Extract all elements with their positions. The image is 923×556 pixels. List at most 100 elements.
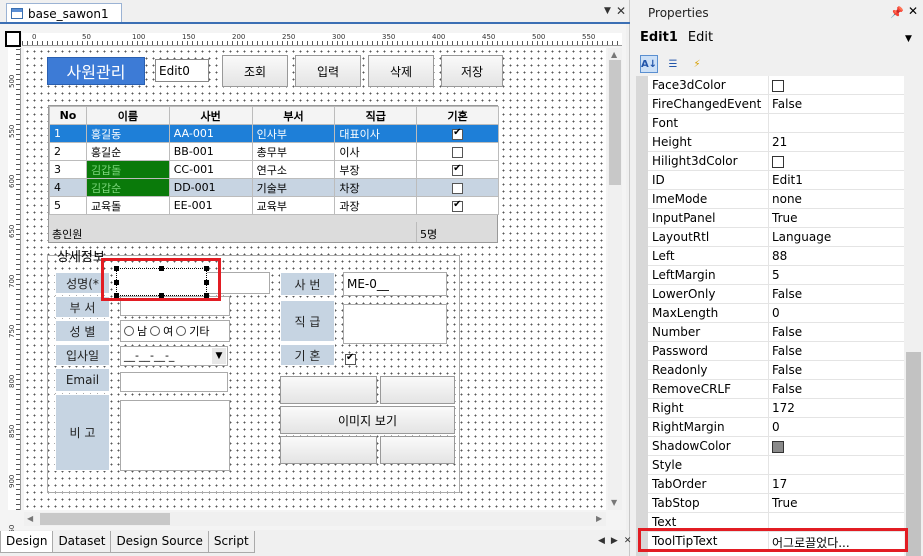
property-value[interactable]: Language: [772, 230, 831, 244]
col-header-married[interactable]: 기혼: [416, 106, 499, 125]
property-value[interactable]: Edit1: [772, 173, 803, 187]
property-row-loweronly[interactable]: LowerOnly False: [648, 285, 904, 304]
property-row-removecrlf[interactable]: RemoveCRLF False: [648, 380, 904, 399]
radio-male[interactable]: [124, 326, 134, 336]
delete-button[interactable]: 삭제: [368, 55, 434, 87]
scroll-up-icon[interactable]: ▲: [611, 50, 617, 59]
table-row[interactable]: 1 홍길동 AA-001 인사부 대표이사: [49, 124, 499, 143]
property-row-hilight3dcolor[interactable]: Hilight3dColor: [648, 152, 904, 171]
property-row-rightmargin[interactable]: RightMargin 0: [648, 418, 904, 437]
property-row-right[interactable]: Right 172: [648, 399, 904, 418]
radio-female[interactable]: [150, 326, 161, 336]
scroll-right-icon[interactable]: ▶: [596, 514, 602, 523]
property-row-shadowcolor[interactable]: ShadowColor: [648, 437, 904, 456]
design-horizontal-scroll-thumb[interactable]: [40, 513, 170, 525]
property-value[interactable]: [772, 154, 784, 168]
email-field[interactable]: [120, 372, 228, 392]
property-value[interactable]: False: [772, 325, 802, 339]
cell-married[interactable]: [416, 178, 499, 197]
property-value[interactable]: [772, 78, 784, 92]
property-row-height[interactable]: Height 21: [648, 133, 904, 152]
property-value[interactable]: [772, 439, 784, 453]
cell-married[interactable]: [416, 124, 499, 143]
table-row[interactable]: 3 김갑돌 CC-001 연구소 부장: [49, 160, 499, 179]
property-value[interactable]: True: [772, 496, 798, 510]
events-icon[interactable]: ⚡: [688, 55, 706, 73]
view-image-button[interactable]: 이미지 보기: [280, 406, 455, 434]
table-row[interactable]: 2 홍길순 BB-001 총무부 이사: [49, 142, 499, 161]
object-selector[interactable]: Edit1 Edit: [640, 30, 713, 45]
property-row-inputpanel[interactable]: InputPanel True: [648, 209, 904, 228]
property-row-tabstop[interactable]: TabStop True: [648, 494, 904, 513]
note-textarea[interactable]: [120, 400, 230, 471]
rank-field[interactable]: [343, 304, 447, 344]
property-row-number[interactable]: Number False: [648, 323, 904, 342]
sort-category-icon[interactable]: ☰: [664, 55, 682, 73]
property-value[interactable]: 5: [772, 268, 780, 282]
cell-married[interactable]: [416, 142, 499, 161]
property-value[interactable]: True: [772, 211, 798, 225]
design-vertical-scroll-thumb[interactable]: [609, 60, 621, 185]
col-header-dept[interactable]: 부서: [251, 106, 336, 125]
image-button-3[interactable]: [280, 436, 377, 464]
property-row-font[interactable]: Font: [648, 114, 904, 133]
property-value[interactable]: none: [772, 192, 802, 206]
tab-list-dropdown-icon[interactable]: ▼: [604, 6, 611, 16]
property-value[interactable]: 172: [772, 401, 795, 415]
search-button[interactable]: 조회: [222, 55, 288, 87]
col-header-name[interactable]: 이름: [85, 106, 170, 125]
married-checkbox[interactable]: [345, 352, 356, 366]
image-button-2[interactable]: [380, 376, 455, 404]
property-value[interactable]: 0: [772, 420, 780, 434]
insert-button[interactable]: 입력: [295, 55, 361, 87]
property-value[interactable]: 21: [772, 135, 787, 149]
radio-other[interactable]: [176, 326, 187, 336]
property-value[interactable]: False: [772, 344, 802, 358]
table-row[interactable]: 4 김갑순 DD-001 기술부 차장: [49, 178, 499, 197]
property-value[interactable]: False: [772, 363, 802, 377]
table-row[interactable]: 5 교육돌 EE-001 교육부 과장: [49, 196, 499, 215]
tab-design[interactable]: Design: [0, 531, 54, 553]
image-button-4[interactable]: [380, 436, 455, 464]
property-row-face3dcolor[interactable]: Face3dColor: [648, 76, 904, 95]
property-row-leftmargin[interactable]: LeftMargin 5: [648, 266, 904, 285]
property-value[interactable]: False: [772, 97, 802, 111]
scroll-down-icon[interactable]: ▼: [611, 498, 617, 507]
property-value[interactable]: 17: [772, 477, 787, 491]
property-row-maxlength[interactable]: MaxLength 0: [648, 304, 904, 323]
property-row-style[interactable]: Style: [648, 456, 904, 475]
empno-field[interactable]: ME-0__: [343, 272, 447, 296]
close-tab-icon[interactable]: ✕: [616, 4, 626, 18]
calendar-dropdown-icon[interactable]: ▼: [212, 348, 226, 364]
property-value[interactable]: 0: [772, 306, 780, 320]
col-header-id[interactable]: 사번: [168, 106, 253, 125]
edit0-field[interactable]: Edit0: [155, 59, 209, 82]
property-row-layoutrtl[interactable]: LayoutRtl Language: [648, 228, 904, 247]
property-row-id[interactable]: ID Edit1: [648, 171, 904, 190]
cell-married[interactable]: [416, 160, 499, 179]
property-row-taborder[interactable]: TabOrder 17: [648, 475, 904, 494]
save-button[interactable]: 저장: [441, 55, 503, 87]
tab-design-source[interactable]: Design Source: [110, 531, 209, 553]
property-value[interactable]: False: [772, 382, 802, 396]
object-dropdown-icon[interactable]: ▼: [905, 34, 912, 44]
properties-scroll-thumb[interactable]: [906, 352, 921, 556]
ruler-corner[interactable]: [5, 31, 21, 47]
tab-dataset[interactable]: Dataset: [52, 531, 112, 553]
sort-alphabetical-icon[interactable]: A↓: [640, 55, 658, 73]
col-header-rank[interactable]: 직급: [334, 106, 418, 125]
property-row-password[interactable]: Password False: [648, 342, 904, 361]
property-row-firechangedevent[interactable]: FireChangedEvent False: [648, 95, 904, 114]
property-value[interactable]: 88: [772, 249, 787, 263]
image-button-1[interactable]: [280, 376, 377, 404]
cell-married[interactable]: [416, 196, 499, 215]
scroll-left-icon[interactable]: ◀: [27, 514, 33, 523]
property-row-readonly[interactable]: Readonly False: [648, 361, 904, 380]
pin-icon[interactable]: 📌: [890, 6, 904, 19]
property-value[interactable]: False: [772, 287, 802, 301]
document-tab[interactable]: base_sawon1: [6, 3, 122, 23]
tab-script[interactable]: Script: [207, 531, 255, 553]
property-row-imemode[interactable]: ImeMode none: [648, 190, 904, 209]
close-icon[interactable]: ✕: [908, 4, 918, 18]
tab-nav-arrows-icon[interactable]: ◀▶✕: [598, 536, 637, 546]
